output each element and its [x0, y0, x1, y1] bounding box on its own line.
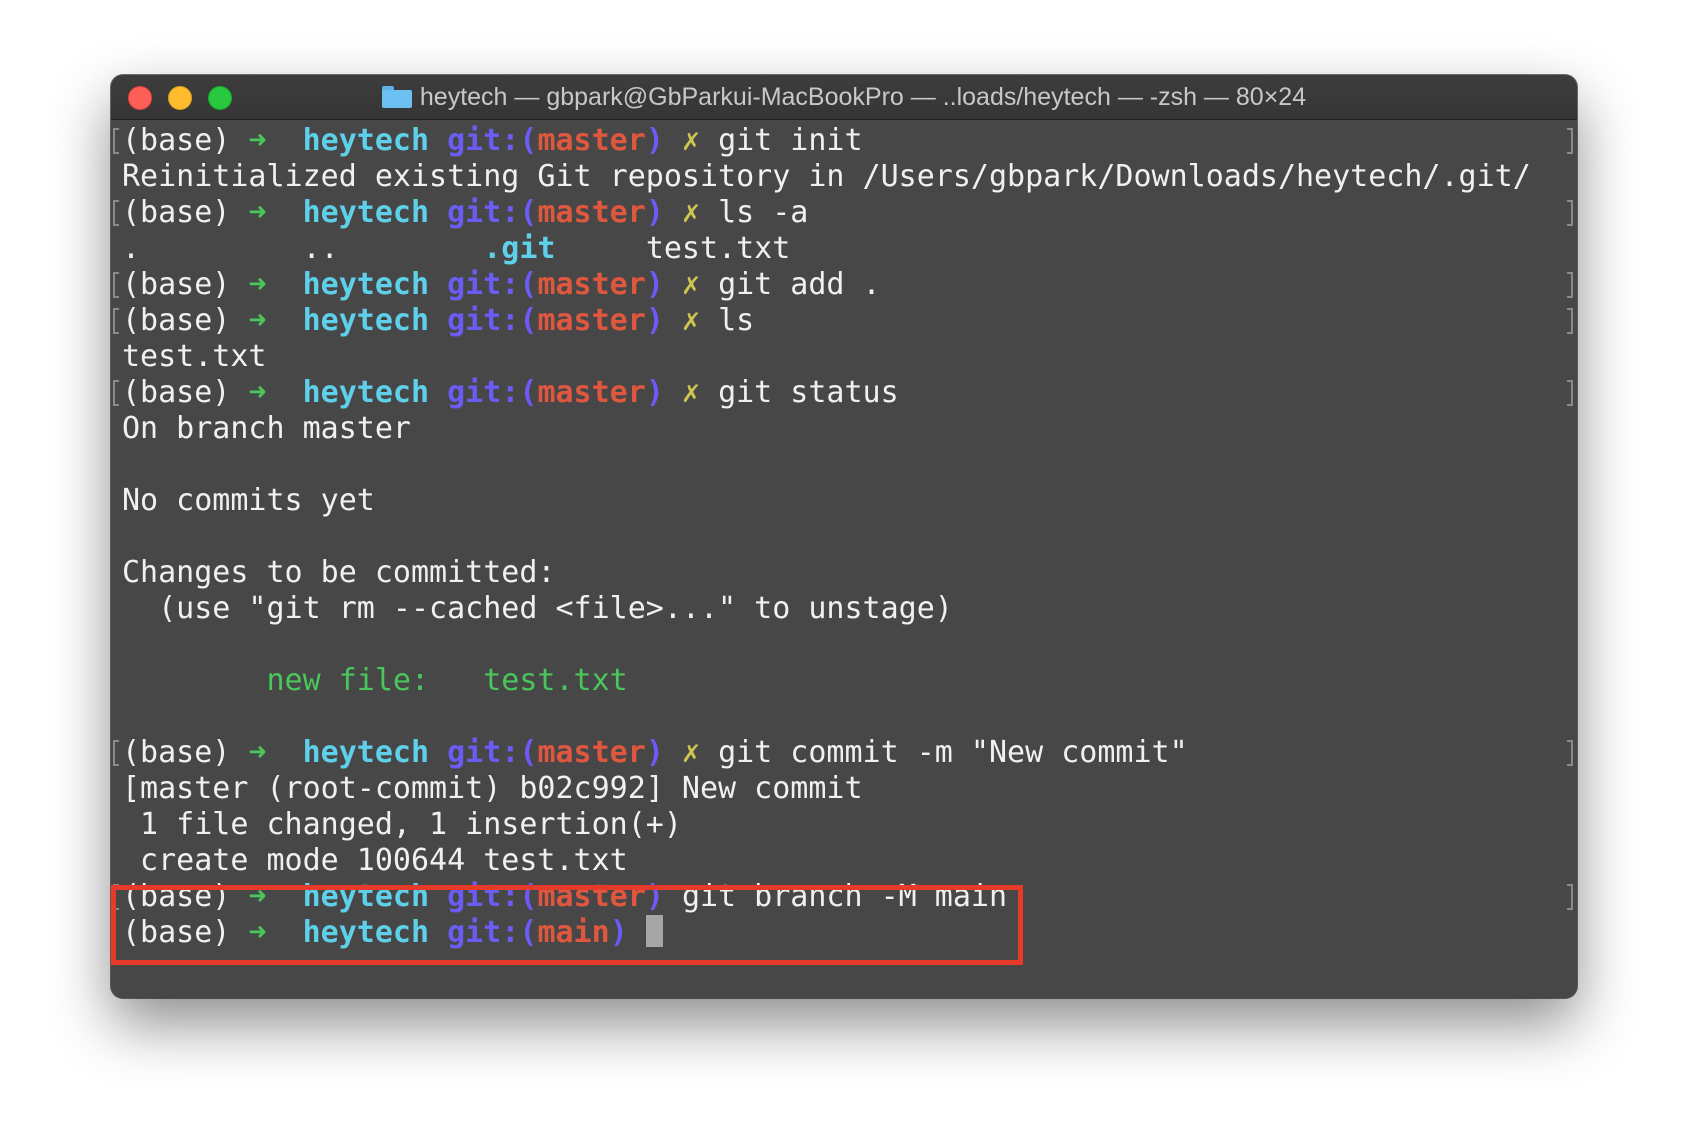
mark-bracket-left [113, 200, 119, 226]
output-line: Changes to be committed: [122, 555, 556, 590]
command-text: git status [718, 375, 899, 410]
mark-bracket-left [113, 380, 119, 406]
command-text: ls [718, 303, 755, 338]
output-line: test.txt [122, 339, 267, 374]
prompt-line: (base) ➜ heytech git:(master) ✗ ls -a [122, 195, 809, 230]
mark-bracket-right [1567, 740, 1573, 766]
command-text: git commit -m "New commit" [718, 735, 1188, 770]
mark-bracket-right [1567, 884, 1573, 910]
output-line: [master (root-commit) b02c992] New commi… [122, 771, 863, 806]
mark-bracket-right [1567, 272, 1573, 298]
prompt-line: (base) ➜ heytech git:(master) ✗ git comm… [122, 735, 1188, 770]
terminal-window: heytech — gbpark@GbParkui-MacBookPro — .… [111, 75, 1577, 998]
mark-bracket-left [113, 272, 119, 298]
mark-bracket-right [1567, 308, 1573, 334]
command-text: ls -a [718, 195, 809, 230]
output-line: create mode 100644 test.txt [122, 843, 628, 878]
output-line: 1 file changed, 1 insertion(+) [122, 807, 682, 842]
command-text: git add . [718, 267, 881, 302]
prompt-line: (base) ➜ heytech git:(master) ✗ git add … [122, 267, 881, 302]
command-text: git init [718, 123, 863, 158]
output-line: On branch master [122, 411, 411, 446]
mark-bracket-right [1567, 380, 1573, 406]
prompt-line: (base) ➜ heytech git:(master) ✗ ls [122, 303, 755, 338]
folder-icon [381, 86, 412, 108]
prompt-line: (base) ➜ heytech git:(master) ✗ git init [122, 123, 863, 158]
output-line: Reinitialized existing Git repository in… [122, 159, 1531, 194]
title-bar[interactable]: heytech — gbpark@GbParkui-MacBookPro — .… [111, 75, 1577, 120]
mark-bracket-right [1567, 128, 1573, 154]
prompt-line: (base) ➜ heytech git:(master) ✗ git stat… [122, 375, 899, 410]
output-line: (use "git rm --cached <file>..." to unst… [122, 591, 953, 626]
staged-file-line: new file: test.txt [122, 663, 628, 698]
mark-bracket-left [113, 740, 119, 766]
output-line: No commits yet [122, 483, 375, 518]
mark-bracket-left [113, 308, 119, 334]
output-line: . .. .git test.txt [122, 231, 791, 266]
mark-bracket-left [113, 128, 119, 154]
highlight-box [111, 885, 1023, 965]
terminal-content[interactable]: (base) ➜ heytech git:(master) ✗ git init… [111, 121, 1577, 998]
mark-bracket-right [1567, 200, 1573, 226]
window-title: heytech — gbpark@GbParkui-MacBookPro — .… [111, 75, 1577, 119]
window-title-text: heytech — gbpark@GbParkui-MacBookPro — .… [419, 83, 1307, 111]
